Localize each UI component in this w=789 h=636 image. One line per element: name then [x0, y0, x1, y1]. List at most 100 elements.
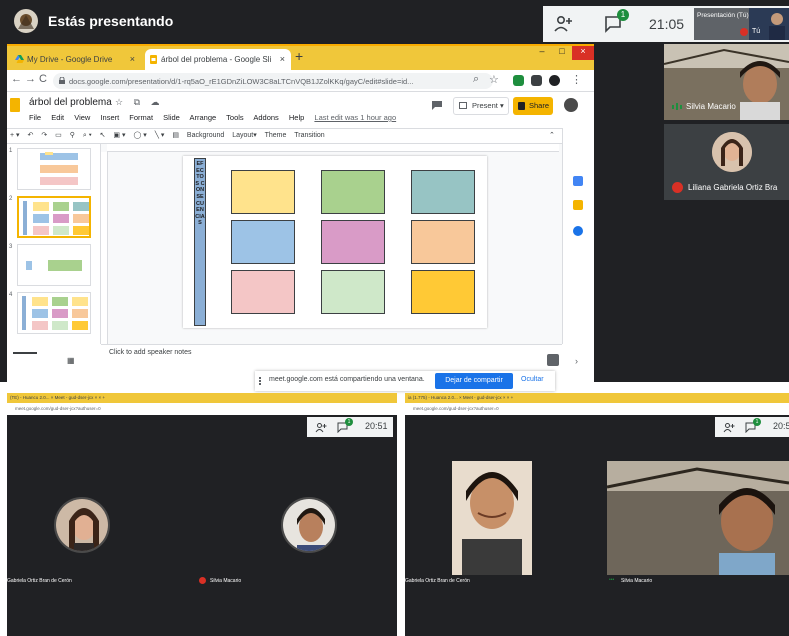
participant-tile-silvia[interactable]: Silvia Macario: [664, 44, 789, 120]
people-icon[interactable]: [315, 422, 327, 433]
new-tab-icon[interactable]: +: [295, 48, 303, 64]
mic-off-icon: [672, 182, 683, 193]
puzzle-icon[interactable]: [531, 75, 542, 86]
paint-format-icon[interactable]: ⚲: [70, 132, 75, 139]
participant-video-gabriela[interactable]: [452, 461, 532, 575]
search-icon[interactable]: ⌕: [473, 73, 479, 86]
presentation-self-tile[interactable]: Presentación (Tú): [694, 8, 749, 40]
menu-edit[interactable]: Edit: [51, 113, 64, 122]
hide-button[interactable]: Ocultar: [521, 376, 544, 383]
tab-my-drive[interactable]: My Drive - Google Drive ×: [11, 49, 141, 70]
browser-tab-strip[interactable]: ia (1.775) - Huanca 2.0... × Meet - gud-…: [405, 393, 789, 403]
participant-tile-liliana[interactable]: Liliana Gabriela Ortiz Bra: [664, 124, 789, 200]
shared-browser-window: My Drive - Google Drive × árbol del prob…: [7, 44, 594, 391]
share-button[interactable]: Share: [513, 97, 553, 115]
avatar[interactable]: [54, 497, 110, 553]
url-bar[interactable]: meet.google.com/gud-dser-jcx?authuser=0: [405, 403, 789, 415]
grid-view-icon[interactable]: ▦: [67, 356, 75, 365]
menu-arrange[interactable]: Arrange: [190, 113, 217, 122]
reload-icon[interactable]: C: [39, 73, 47, 85]
menu-file[interactable]: File: [29, 113, 41, 122]
menu-format[interactable]: Format: [129, 113, 153, 122]
zoom-icon[interactable]: ⌕ ▾: [83, 132, 92, 139]
url-input[interactable]: [53, 73, 493, 89]
stop-sharing-button[interactable]: Dejar de compartir: [435, 373, 513, 389]
expand-icon[interactable]: [547, 354, 559, 366]
line-icon[interactable]: ╲ ▾: [155, 132, 165, 139]
meet-controls-strip: 1 20:5: [715, 417, 789, 437]
chevron-right-icon[interactable]: ›: [575, 356, 578, 366]
speaker-notes[interactable]: Click to add speaker notes: [101, 344, 562, 362]
last-edit-link[interactable]: Last edit was 1 hour ago: [314, 113, 396, 122]
people-icon[interactable]: [723, 422, 735, 433]
chat-badge: 1: [345, 418, 353, 426]
forward-icon[interactable]: →: [25, 73, 36, 85]
comment-add-icon[interactable]: ▤: [172, 132, 179, 139]
menu-insert[interactable]: Insert: [100, 113, 119, 122]
participant-video-silvia[interactable]: [607, 461, 789, 575]
drag-handle-icon[interactable]: [259, 377, 265, 385]
calendar-icon[interactable]: [573, 176, 583, 186]
maximize-icon[interactable]: □: [552, 46, 572, 60]
participant-name-liliana: Liliana Gabriela Ortiz Bra: [688, 183, 778, 192]
browser-tab-strip: My Drive - Google Drive × árbol del prob…: [7, 46, 594, 70]
minimize-icon[interactable]: –: [532, 46, 552, 60]
slide-thumbnail[interactable]: [17, 148, 91, 190]
slide-box[interactable]: [411, 170, 475, 214]
toolbar-layout[interactable]: Layout▾: [232, 132, 257, 139]
people-icon[interactable]: [553, 14, 575, 34]
shape-icon[interactable]: ◯ ▾: [133, 132, 146, 139]
profile-icon[interactable]: [549, 75, 560, 86]
browser-tab-strip[interactable]: (TE) - Huancu 2.0... × Meet - gud-dser-j…: [7, 393, 397, 403]
slide-thumbnail[interactable]: [17, 244, 91, 286]
url-bar[interactable]: meet.google.com/gud-dser-jcx?authuser=0: [7, 403, 397, 415]
add-icon[interactable]: + ▾: [10, 132, 20, 139]
tab-slides[interactable]: árbol del problema - Google Sli ×: [145, 49, 291, 70]
avatar[interactable]: [281, 497, 337, 553]
self-video-tile[interactable]: Tú: [749, 8, 789, 40]
close-tab-icon[interactable]: ×: [280, 49, 285, 70]
toolbar-theme[interactable]: Theme: [265, 132, 287, 139]
image-icon[interactable]: ▣ ▾: [113, 132, 125, 139]
cursor-icon[interactable]: ↖: [100, 132, 106, 139]
slide-box[interactable]: [321, 270, 385, 314]
toolbar-background[interactable]: Background: [187, 132, 224, 139]
title-action-icons[interactable]: ☆ ⧉ ☁: [115, 97, 164, 108]
chat-badge: 1: [617, 9, 629, 21]
avatar[interactable]: [564, 98, 578, 112]
slide-box[interactable]: [231, 170, 295, 214]
effects-vertical-label[interactable]: EFECTOS CONSECUENCIAS: [194, 158, 206, 326]
document-title[interactable]: árbol del problema: [29, 97, 112, 108]
slide-box[interactable]: [411, 270, 475, 314]
toolbar-transition[interactable]: Transition: [294, 132, 324, 139]
menu-addons[interactable]: Addons: [253, 113, 278, 122]
slide-box[interactable]: [321, 170, 385, 214]
slide-box[interactable]: [231, 270, 295, 314]
undo-icon[interactable]: ↶: [28, 132, 34, 139]
slide-thumbnail-selected[interactable]: [17, 196, 91, 238]
collapse-icon[interactable]: ⌃: [549, 129, 555, 143]
extension-icon[interactable]: [513, 75, 524, 86]
menu-help[interactable]: Help: [289, 113, 304, 122]
star-icon[interactable]: ☆: [489, 73, 499, 86]
close-window-icon[interactable]: ×: [572, 46, 594, 60]
slide-box[interactable]: [231, 220, 295, 264]
print-icon[interactable]: ▭: [55, 132, 62, 139]
menu-tools[interactable]: Tools: [226, 113, 244, 122]
close-tab-icon[interactable]: ×: [130, 49, 135, 70]
tasks-icon[interactable]: [573, 226, 583, 236]
menu-view[interactable]: View: [74, 113, 90, 122]
slide-canvas[interactable]: EFECTOS CONSECUENCIAS: [183, 156, 487, 328]
slide-box[interactable]: [411, 220, 475, 264]
comment-icon[interactable]: [431, 100, 443, 110]
menu-slide[interactable]: Slide: [163, 113, 180, 122]
slide-thumbnail[interactable]: [17, 292, 91, 334]
back-icon[interactable]: ←: [11, 73, 22, 85]
present-button[interactable]: Present ▾: [453, 97, 509, 115]
keep-icon[interactable]: [573, 200, 583, 210]
menu-dots-icon[interactable]: ⋮: [571, 73, 582, 86]
redo-icon[interactable]: ↷: [41, 132, 47, 139]
list-view-icon[interactable]: [13, 352, 37, 354]
slide-box[interactable]: [321, 220, 385, 264]
slides-logo-icon[interactable]: [10, 98, 20, 112]
